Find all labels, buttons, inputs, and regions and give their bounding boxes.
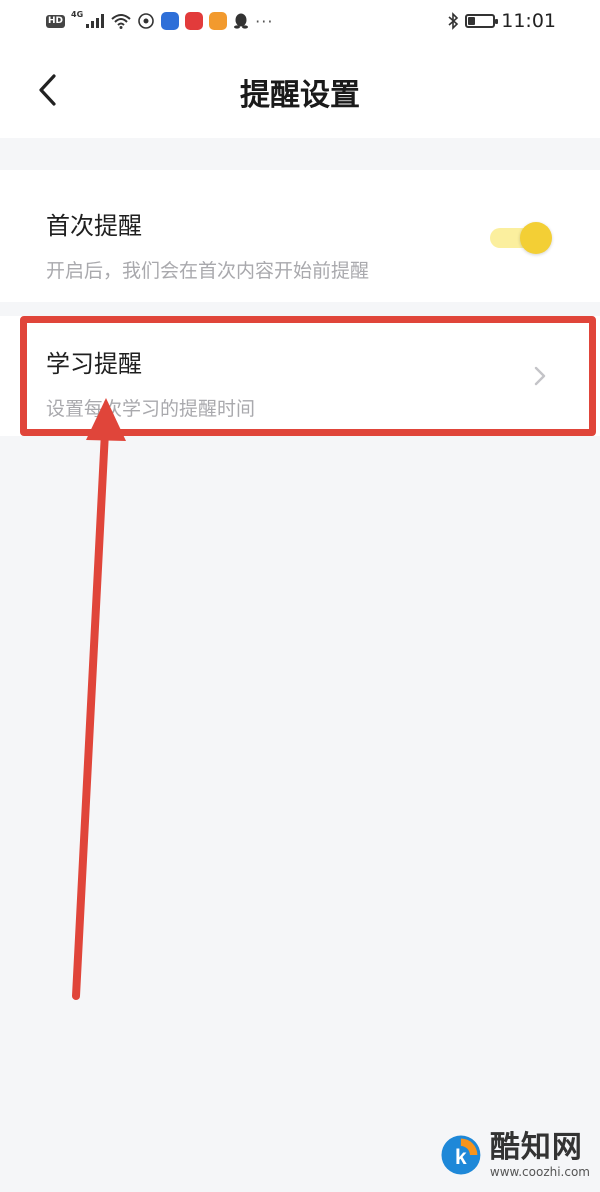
battery-icon: [465, 14, 499, 28]
chevron-right-icon: [534, 366, 546, 386]
svg-text:k: k: [455, 1146, 467, 1169]
toggle-knob: [520, 222, 552, 254]
network-type-label: 4G: [71, 9, 84, 19]
first-reminder-subtitle: 开启后，我们会在首次内容开始前提醒: [46, 260, 370, 282]
study-reminder-title: 学习提醒: [46, 350, 142, 378]
more-notifications-icon: ···: [255, 11, 274, 31]
status-time: 11:01: [501, 10, 556, 32]
watermark-url: www.coozhi.com: [489, 1165, 590, 1179]
watermark-text: 酷知网 www.coozhi.com: [489, 1130, 590, 1180]
watermark: k 酷知网 www.coozhi.com: [440, 1122, 590, 1188]
page-title: 提醒设置: [240, 78, 360, 113]
first-reminder-row: 首次提醒 开启后，我们会在首次内容开始前提醒: [0, 170, 600, 302]
status-bar: HD 4G ··· 11:01: [0, 0, 600, 42]
first-reminder-title: 首次提醒: [46, 212, 142, 240]
status-left: HD 4G ···: [46, 9, 274, 31]
nav-header: 提醒设置: [0, 42, 600, 138]
hd-badge: HD: [46, 14, 66, 28]
arrow-shaft: [72, 428, 109, 1000]
watermark-name: 酷知网: [489, 1130, 583, 1165]
coozhi-logo-icon: k: [441, 1135, 481, 1175]
red-app-icon: [185, 12, 204, 30]
orange-app-icon: [209, 12, 228, 30]
status-right: 11:01: [447, 10, 556, 32]
wifi-icon: [111, 13, 131, 29]
bluetooth-icon: [447, 12, 459, 30]
battery-level: [468, 17, 476, 25]
study-reminder-subtitle: 设置每次学习的提醒时间: [46, 398, 256, 420]
first-reminder-toggle[interactable]: [490, 222, 552, 254]
signal-icon: [85, 13, 105, 29]
location-icon: [137, 12, 155, 30]
bulb-app-icon: [161, 12, 180, 30]
qq-icon: [233, 12, 249, 30]
study-reminder-row[interactable]: 学习提醒 设置每次学习的提醒时间: [0, 316, 600, 436]
